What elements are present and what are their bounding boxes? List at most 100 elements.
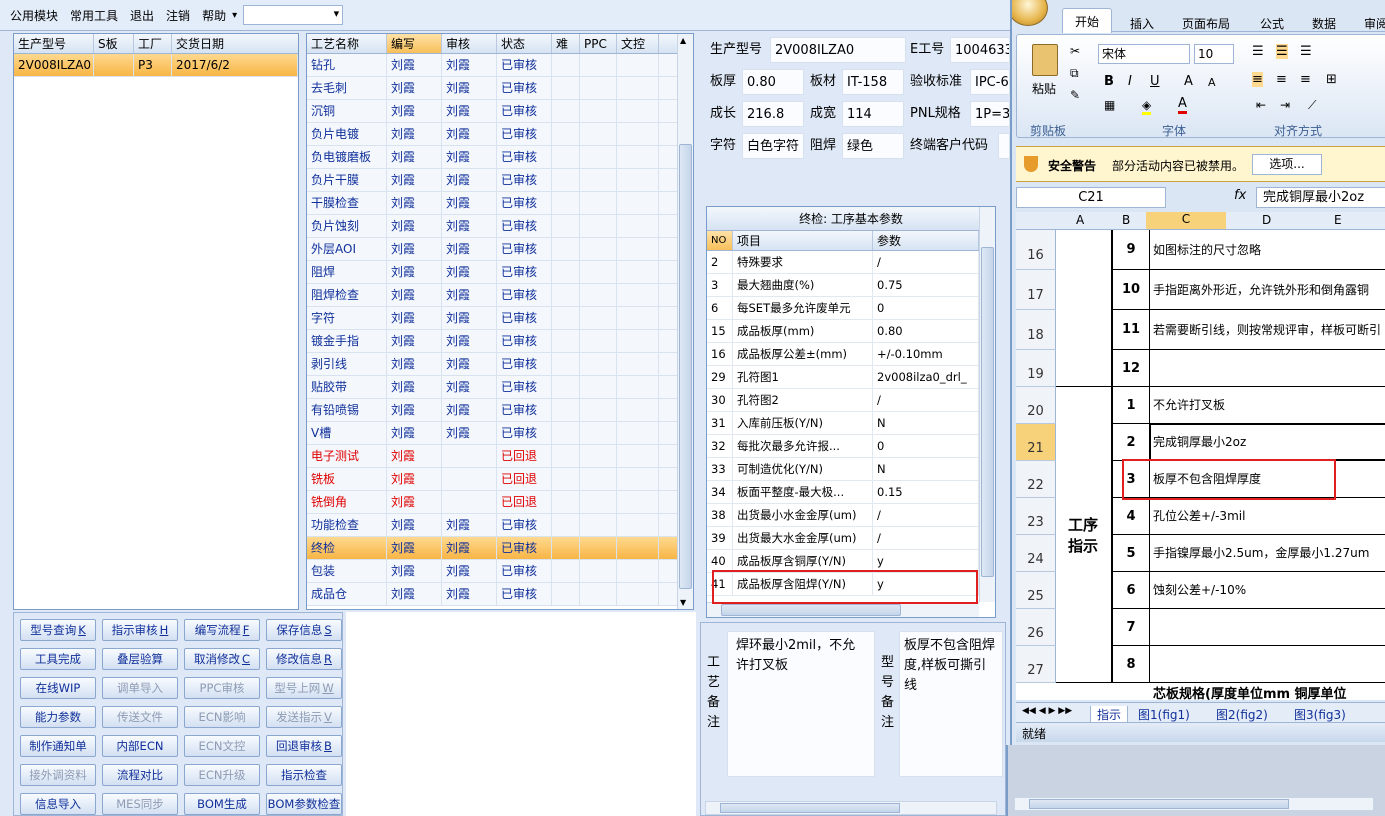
process-row[interactable]: 电子测试 刘霞 已回退 (307, 445, 693, 468)
format-painter-icon[interactable]: ✎ (1070, 88, 1080, 102)
param-row[interactable]: 33 可制造优化(Y/N) N (707, 458, 995, 481)
grow-font-icon[interactable]: A (1184, 74, 1193, 89)
bold-icon[interactable]: B (1104, 74, 1114, 89)
menu-combo-box[interactable] (243, 5, 344, 25)
col-header-b[interactable]: B (1122, 213, 1130, 227)
action-button[interactable]: 编写流程 F (184, 619, 260, 641)
sheet-tab-fig1[interactable]: 图1(fig1) (1138, 706, 1190, 723)
action-button[interactable]: BOM生成 (184, 793, 260, 815)
param-row[interactable]: 16 成品板厚公差±(mm) +/-0.10mm (707, 343, 995, 366)
options-button[interactable]: 选项... (1252, 154, 1322, 175)
cell-content[interactable]: 孔位公差+/-3mil (1150, 498, 1385, 535)
cell-content[interactable]: 手指镍厚最小2.5um，金厚最小1.27um (1150, 535, 1385, 572)
action-button[interactable]: 制作通知单 (20, 735, 96, 757)
font-size-box[interactable]: 10 (1194, 44, 1234, 64)
cell-content[interactable]: 蚀刻公差+/-10% (1150, 572, 1385, 609)
tab-home[interactable]: 开始 (1062, 8, 1113, 33)
indent-icon[interactable]: ⇤ (1256, 98, 1266, 112)
process-row[interactable]: 沉铜 刘霞 刘霞 已审核 (307, 100, 693, 123)
param-row[interactable]: 30 孔符图2/ (707, 389, 995, 412)
cell-no[interactable]: 6 (1112, 572, 1150, 609)
action-button[interactable]: MES同步 (102, 793, 178, 815)
menu-exit[interactable]: 退出 (124, 7, 160, 24)
params-scrollbar[interactable] (979, 207, 995, 602)
process-row[interactable]: 铣倒角 刘霞 已回退 (307, 491, 693, 514)
row-header[interactable]: 24 (1016, 535, 1056, 572)
row-header[interactable]: 17 (1016, 270, 1056, 310)
param-row[interactable]: 34 板面平整度-最大极... 0.15 (707, 481, 995, 504)
process-row[interactable]: 负电镀磨板 刘霞 刘霞 已审核 (307, 146, 693, 169)
process-row[interactable]: 钻孔 刘霞 刘霞 已审核 (307, 54, 693, 77)
process-row[interactable]: 有铅喷锡 刘霞 刘霞 已审核 (307, 399, 693, 422)
cell-no[interactable]: 12 (1112, 350, 1150, 387)
cell-no[interactable]: 4 (1112, 498, 1150, 535)
cell-content[interactable]: 手指距离外形近，允许铣外形和倒角露铜 (1150, 270, 1385, 310)
row-header[interactable]: 26 (1016, 609, 1056, 646)
length-field[interactable]: 216.8 (742, 101, 804, 127)
italic-icon[interactable]: I (1128, 74, 1132, 89)
office-button[interactable] (1012, 0, 1048, 26)
col-difficulty[interactable]: 难 (552, 34, 580, 53)
process-row[interactable]: 干膜检查 刘霞 刘霞 已审核 (307, 192, 693, 215)
action-button[interactable]: 信息导入 (20, 793, 96, 815)
row-header[interactable]: 21 (1016, 424, 1056, 461)
underline-icon[interactable]: U (1150, 74, 1160, 89)
process-row[interactable]: 镀金手指 刘霞 刘霞 已审核 (307, 330, 693, 353)
action-button[interactable]: 能力参数 (20, 706, 96, 728)
action-button[interactable]: PPC审核 (184, 677, 260, 699)
paste-icon[interactable] (1032, 44, 1058, 76)
process-row[interactable]: 负片电镀 刘霞 刘霞 已审核 (307, 123, 693, 146)
cell-partial-row[interactable]: 芯板规格(厚度单位mm 铜厚单位 (1150, 683, 1385, 700)
action-button[interactable]: 工具完成 (20, 648, 96, 670)
action-button[interactable]: ECN文控 (184, 735, 260, 757)
cell-content[interactable]: 若需要断引线，则按常规评审，样板可断引 (1150, 310, 1385, 350)
action-button[interactable]: 接外调资料 (20, 764, 96, 786)
shrink-font-icon[interactable]: A (1208, 76, 1216, 89)
row-header[interactable]: 23 (1016, 498, 1056, 535)
process-row[interactable]: 字符 刘霞 刘霞 已审核 (307, 307, 693, 330)
process-scrollbar[interactable]: ▲ ▼ (677, 34, 693, 609)
chevron-down-icon[interactable]: ▾ (232, 10, 237, 21)
width-field[interactable]: 114 (842, 101, 904, 127)
row-header[interactable]: 16 (1016, 230, 1056, 270)
col-status[interactable]: 状态 (497, 34, 552, 53)
cut-icon[interactable]: ✂ (1070, 44, 1080, 58)
model-field[interactable]: 2V008ILZA0 (770, 37, 906, 63)
scroll-down-icon[interactable]: ▼ (680, 598, 686, 607)
tab-insert[interactable]: 插入 (1130, 15, 1154, 32)
cell-no[interactable]: 11 (1112, 310, 1150, 350)
col-s-board[interactable]: S板 (94, 34, 134, 53)
material-field[interactable]: IT-158 (842, 69, 904, 95)
process-row[interactable]: 阻焊 刘霞 刘霞 已审核 (307, 261, 693, 284)
menu-help[interactable]: 帮助 (196, 7, 232, 24)
col-factory[interactable]: 工厂 (134, 34, 172, 53)
action-button[interactable]: ECN升级 (184, 764, 260, 786)
cell-content[interactable]: 如图标注的尺寸忽略 (1150, 230, 1385, 270)
col-header-d[interactable]: D (1262, 213, 1271, 227)
action-button[interactable]: ECN影响 (184, 706, 260, 728)
param-row[interactable]: 39 出货最大水金金厚(um) / (707, 527, 995, 550)
formula-bar[interactable]: 完成铜厚最小2oz (1256, 187, 1385, 208)
cell-no[interactable]: 9 (1112, 230, 1150, 270)
merge-icon[interactable]: ⊞ (1326, 72, 1337, 87)
process-row[interactable]: 外层AOI 刘霞 刘霞 已审核 (307, 238, 693, 261)
action-button[interactable]: 传送文件 (102, 706, 178, 728)
row-header[interactable]: 25 (1016, 572, 1056, 609)
col-process-name[interactable]: 工艺名称 (307, 34, 387, 53)
col-model[interactable]: 生产型号 (14, 34, 94, 53)
cell-content[interactable] (1150, 646, 1385, 683)
process-row[interactable]: 剥引线 刘霞 刘霞 已审核 (307, 353, 693, 376)
param-row[interactable]: 2 特殊要求 / (707, 251, 995, 274)
action-button[interactable]: 保存信息 S (266, 619, 342, 641)
process-row[interactable]: 包装 刘霞 刘霞 已审核 (307, 560, 693, 583)
align-middle-icon[interactable]: ☰ (1276, 44, 1288, 59)
cell-content[interactable] (1150, 350, 1385, 387)
col-writer[interactable]: 编写 (387, 34, 442, 53)
orientation-icon[interactable]: ⟋ (1308, 98, 1316, 113)
tab-data[interactable]: 数据 (1312, 15, 1336, 32)
process-row[interactable]: 去毛刺 刘霞 刘霞 已审核 (307, 77, 693, 100)
row-header[interactable]: 19 (1016, 350, 1056, 387)
col-header-a[interactable]: A (1076, 213, 1084, 227)
row-header[interactable]: 20 (1016, 387, 1056, 424)
cell-no[interactable]: 1 (1112, 387, 1150, 424)
